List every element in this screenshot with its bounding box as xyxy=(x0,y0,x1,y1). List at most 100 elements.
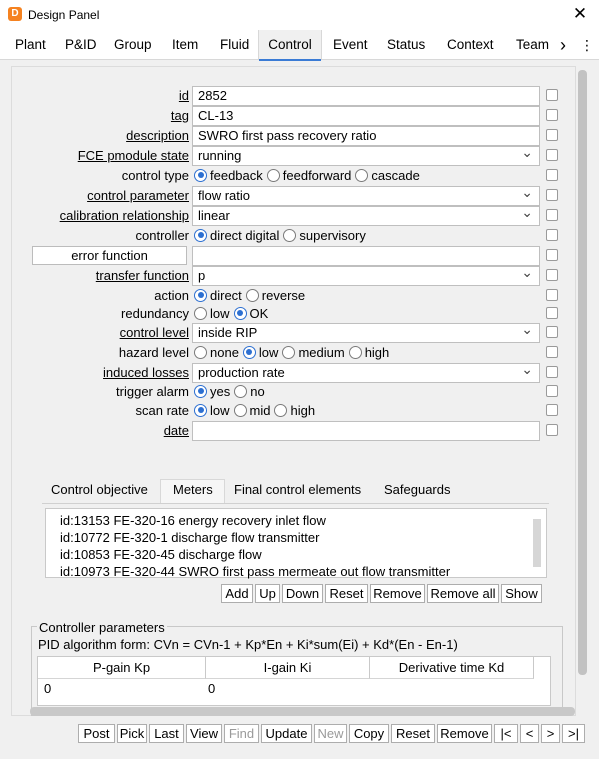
up-button[interactable]: Up xyxy=(255,584,280,603)
induced-losses-dropdown[interactable]: production rate xyxy=(192,363,540,383)
control-level-dropdown[interactable]: inside RIP xyxy=(192,323,540,343)
controller-direct-digital-radio[interactable] xyxy=(194,228,207,242)
down-button[interactable]: Down xyxy=(282,584,323,603)
transfer-function-checkbox[interactable] xyxy=(546,269,558,281)
tab-pid[interactable]: P&ID xyxy=(65,30,97,60)
tab-status[interactable]: Status xyxy=(387,30,425,60)
tab-list-menu-icon[interactable]: ⋮ xyxy=(575,30,599,60)
hazard-none-radio[interactable] xyxy=(194,345,207,359)
column-header[interactable]: I-gain Ki xyxy=(206,657,370,679)
description-field[interactable]: SWRO first pass recovery ratio xyxy=(192,126,540,146)
panel-scrollbar-thumb[interactable] xyxy=(578,70,587,675)
view-button[interactable]: View xyxy=(186,724,222,743)
hazard-low-radio[interactable] xyxy=(242,345,256,359)
control-type-cascade-radio[interactable] xyxy=(355,168,369,182)
tag-field[interactable]: CL-13 xyxy=(192,106,540,126)
description-checkbox[interactable] xyxy=(546,129,558,141)
list-remove-button[interactable]: Remove xyxy=(370,584,425,603)
add-button[interactable]: Add xyxy=(221,584,253,603)
update-button[interactable]: Update xyxy=(261,724,312,743)
action-reverse-radio[interactable] xyxy=(245,288,259,302)
find-button[interactable]: Find xyxy=(224,724,259,743)
tag-checkbox[interactable] xyxy=(546,109,558,121)
controller-supervisory-radio[interactable] xyxy=(283,228,297,242)
subtab-final-control-elements[interactable]: Final control elements xyxy=(234,479,361,503)
p-gain-cell[interactable]: 0 xyxy=(44,681,51,696)
last-record-button[interactable]: >| xyxy=(562,724,585,743)
error-function-checkbox[interactable] xyxy=(546,249,558,261)
tab-plant[interactable]: Plant xyxy=(15,30,46,60)
reset-button[interactable]: Reset xyxy=(391,724,435,743)
redundancy-ok-radio[interactable] xyxy=(233,306,247,320)
trigger-alarm-yes-radio[interactable] xyxy=(194,384,207,398)
tab-fluid[interactable]: Fluid xyxy=(220,30,249,60)
tab-context[interactable]: Context xyxy=(447,30,494,60)
copy-button[interactable]: Copy xyxy=(349,724,389,743)
column-header[interactable]: P-gain Kp xyxy=(38,657,206,679)
meters-list[interactable]: id:13153 FE-320-16 energy recovery inlet… xyxy=(45,508,547,579)
remove-all-button[interactable]: Remove all xyxy=(427,584,499,603)
transfer-function-dropdown[interactable]: p xyxy=(192,266,540,286)
horizontal-scrollbar[interactable] xyxy=(30,707,575,716)
error-function-button[interactable]: error function xyxy=(32,246,187,265)
scan-rate-mid-radio[interactable] xyxy=(233,403,247,417)
next-record-button[interactable]: > xyxy=(541,724,560,743)
scan-rate-low-radio[interactable] xyxy=(194,403,207,417)
hazard-high-radio[interactable] xyxy=(348,345,362,359)
id-field[interactable]: 2852 xyxy=(192,86,540,106)
list-item[interactable]: id:10973 FE-320-44 SWRO first pass merme… xyxy=(60,564,450,579)
redundancy-checkbox[interactable] xyxy=(546,307,558,319)
first-record-button[interactable]: |< xyxy=(494,724,518,743)
remove-button[interactable]: Remove xyxy=(437,724,492,743)
fce-state-dropdown[interactable]: running xyxy=(192,146,540,166)
subtab-control-objective[interactable]: Control objective xyxy=(51,479,148,503)
date-field[interactable] xyxy=(192,421,540,441)
tab-control[interactable]: Control xyxy=(258,30,322,61)
hazard-level-checkbox[interactable] xyxy=(546,346,558,358)
date-checkbox[interactable] xyxy=(546,424,558,436)
list-item[interactable]: id:10772 FE-320-1 discharge flow transmi… xyxy=(60,530,319,545)
error-function-field[interactable] xyxy=(192,246,540,266)
pick-button[interactable]: Pick xyxy=(117,724,147,743)
subtab-meters[interactable]: Meters xyxy=(173,479,213,503)
hazard-medium-radio[interactable] xyxy=(282,345,296,359)
control-type-checkbox[interactable] xyxy=(546,169,558,181)
id-checkbox[interactable] xyxy=(546,89,558,101)
list-reset-button[interactable]: Reset xyxy=(325,584,368,603)
description-label: description xyxy=(126,128,189,143)
close-icon[interactable]: ✕ xyxy=(570,4,590,24)
meters-list-scrollbar[interactable] xyxy=(533,519,541,567)
control-parameter-dropdown[interactable]: flow ratio xyxy=(192,186,540,206)
control-parameter-checkbox[interactable] xyxy=(546,189,558,201)
control-type-feedforward-radio[interactable] xyxy=(266,168,280,182)
tab-team[interactable]: Team xyxy=(516,30,549,60)
control-type-feedback-radio[interactable] xyxy=(194,168,207,182)
induced-losses-checkbox[interactable] xyxy=(546,366,558,378)
redundancy-low-radio[interactable] xyxy=(194,306,207,320)
controller-checkbox[interactable] xyxy=(546,229,558,241)
previous-record-button[interactable]: < xyxy=(520,724,539,743)
action-checkbox[interactable] xyxy=(546,289,558,301)
column-header[interactable]: Derivative time Kd xyxy=(370,657,534,679)
calibration-dropdown[interactable]: linear xyxy=(192,206,540,226)
list-item[interactable]: id:13153 FE-320-16 energy recovery inlet… xyxy=(60,513,326,528)
list-item[interactable]: id:10853 FE-320-45 discharge flow xyxy=(60,547,262,562)
tab-group[interactable]: Group xyxy=(114,30,152,60)
scan-rate-checkbox[interactable] xyxy=(546,404,558,416)
tab-scroll-right-icon[interactable]: › xyxy=(560,30,566,60)
show-button[interactable]: Show xyxy=(501,584,542,603)
i-gain-cell[interactable]: 0 xyxy=(208,681,215,696)
tab-item[interactable]: Item xyxy=(172,30,198,60)
tab-event[interactable]: Event xyxy=(333,30,368,60)
control-level-checkbox[interactable] xyxy=(546,326,558,338)
fce-state-checkbox[interactable] xyxy=(546,149,558,161)
new-button[interactable]: New xyxy=(314,724,347,743)
trigger-alarm-checkbox[interactable] xyxy=(546,385,558,397)
calibration-checkbox[interactable] xyxy=(546,209,558,221)
trigger-alarm-no-radio[interactable] xyxy=(234,384,248,398)
subtab-safeguards[interactable]: Safeguards xyxy=(384,479,451,503)
last-button[interactable]: Last xyxy=(149,724,184,743)
scan-rate-high-radio[interactable] xyxy=(274,403,288,417)
post-button[interactable]: Post xyxy=(78,724,115,743)
action-direct-radio[interactable] xyxy=(194,288,207,302)
